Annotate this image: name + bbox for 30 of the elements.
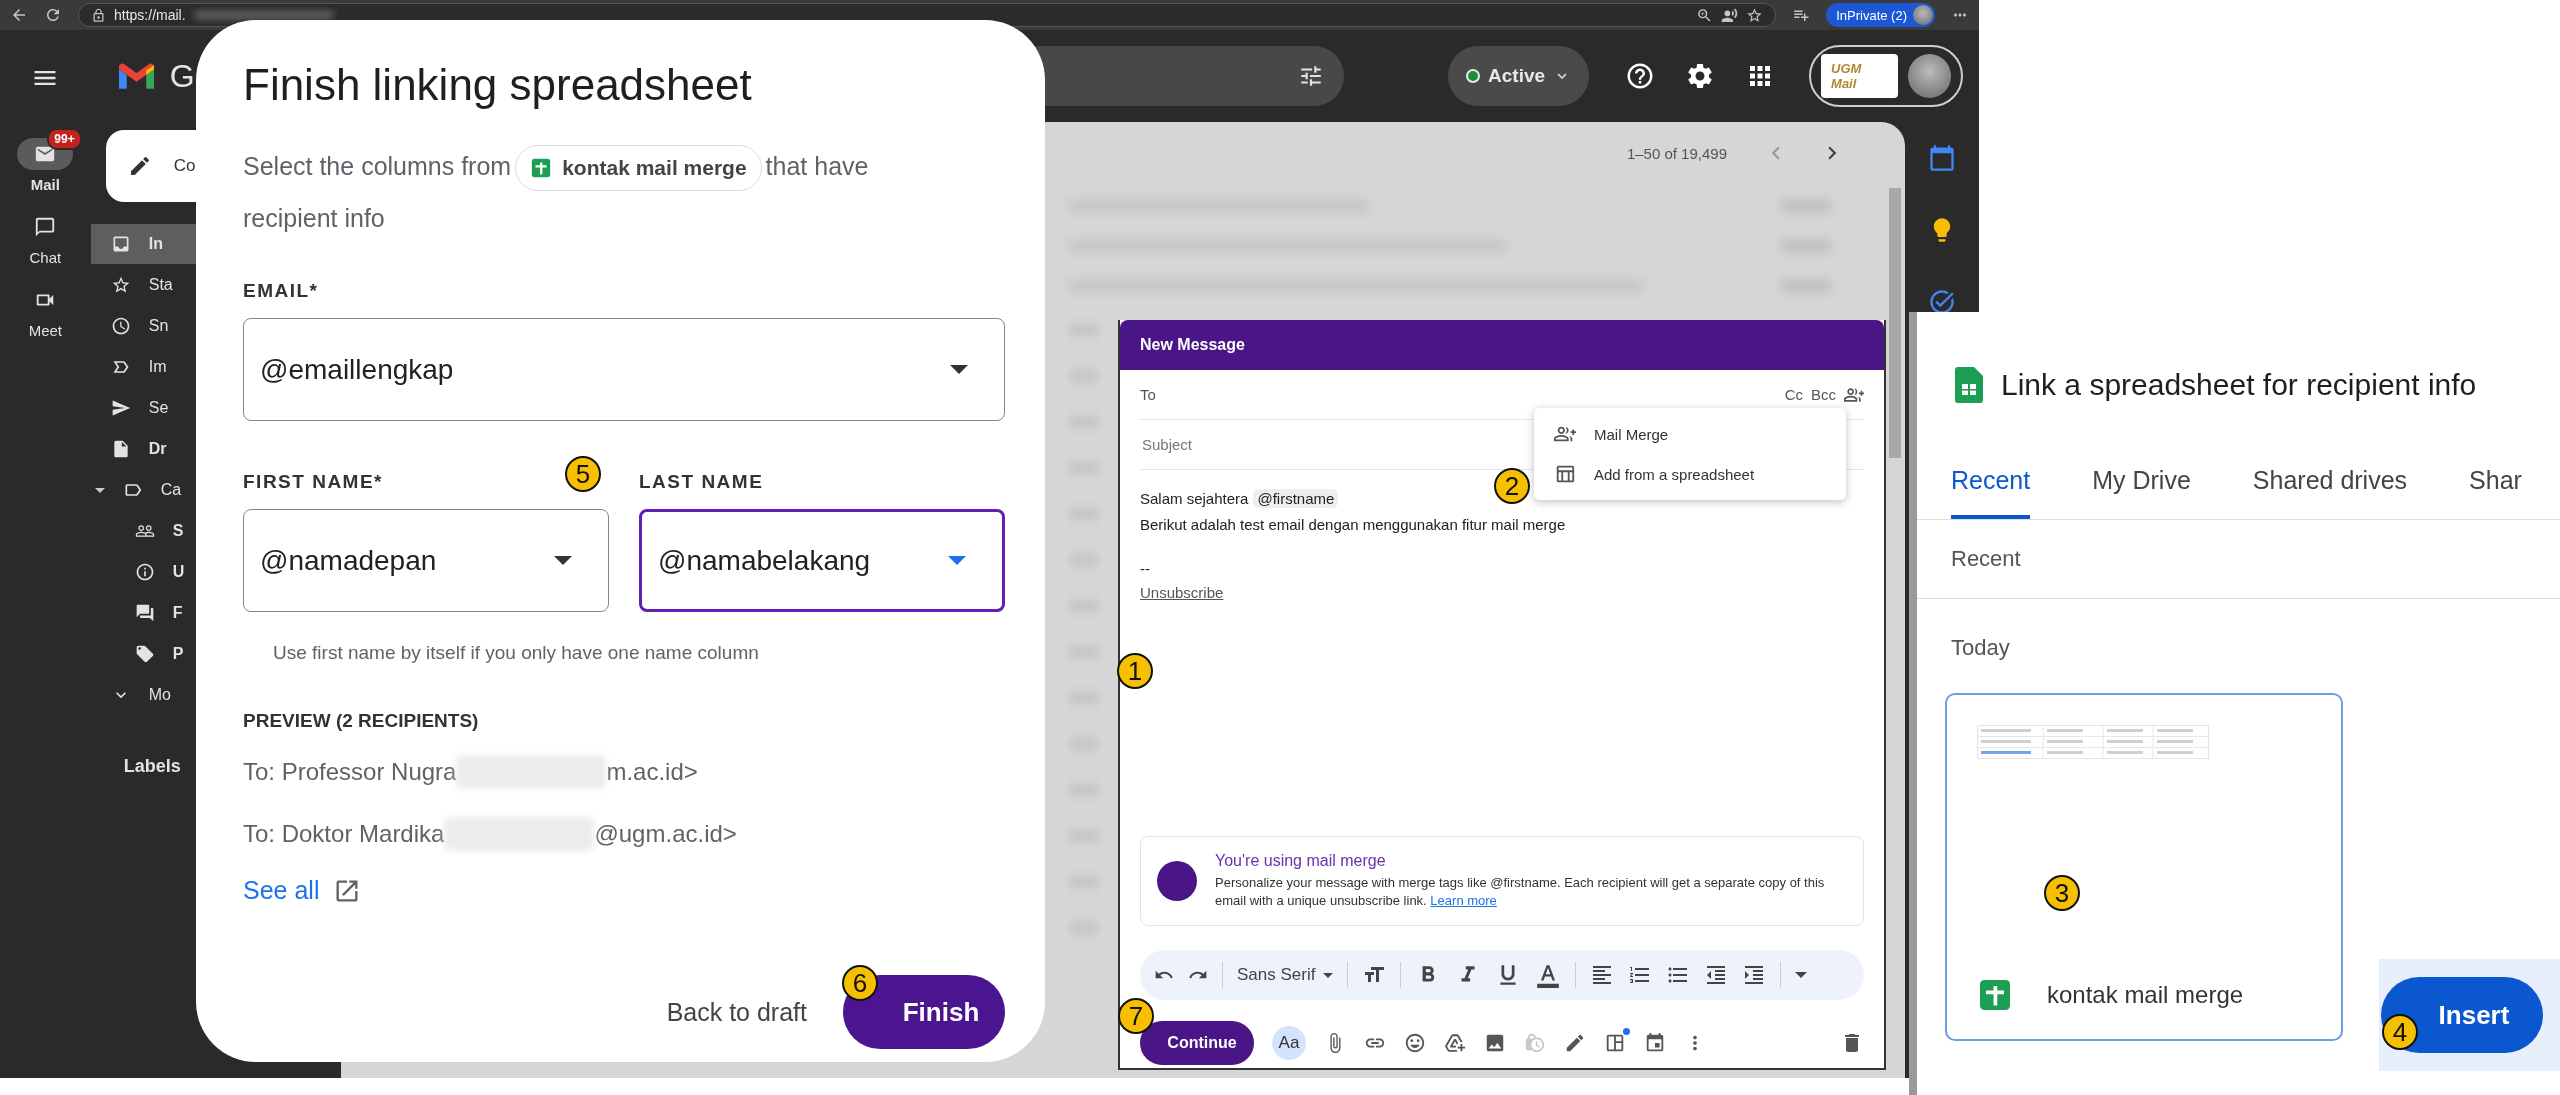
recipient-text: m.ac.id> <box>606 758 698 786</box>
hint-text: Use first name by itself if you only have one name column <box>273 642 759 664</box>
intro-text: Select the columns from kontak mail merge that have recipient info <box>243 140 963 244</box>
rail-label: Chat <box>29 249 62 266</box>
org-logo: UGM Mail <box>1821 54 1899 98</box>
picker-title: Link a spreadsheet for recipient info <box>2001 368 2477 402</box>
group-label: Today <box>1950 634 2011 661</box>
notice-text: Personalize your message with merge tags like @firstname. Each recipient will get a separate copy of this email with a unique unsubscribe link. Learn more <box>1215 874 1826 910</box>
unread-badge: 99+ <box>47 128 82 150</box>
labels-heading: Labels <box>123 756 181 777</box>
recipient-text: @ugm.ac.id> <box>594 820 737 848</box>
page-count: 1–50 of 19,499 <box>1626 144 1727 162</box>
compose-title: New Message <box>1120 320 1884 370</box>
preview-heading: PREVIEW (2 RECIPIENTS) <box>243 710 479 732</box>
field-label: FIRST NAME* <box>243 471 383 493</box>
notice-title: You're using mail merge <box>1215 852 1387 870</box>
file-name: kontak mail merge <box>2047 981 2244 1009</box>
url-text: https://mail. <box>114 7 186 23</box>
body-text: Berikut adalah test email dengan menggunakan fitur mail merge <box>1140 515 1567 535</box>
rail-label: Mail <box>30 176 60 193</box>
recipient-text: To: Doktor Mardika <box>243 820 445 848</box>
logo-text: G <box>169 57 195 95</box>
signature-dash: -- <box>1140 559 1151 579</box>
recipient-text: To: Professor Nugra <box>243 758 457 786</box>
rail-label: Meet <box>28 322 63 339</box>
field-label: LAST NAME <box>639 471 764 493</box>
to-label: To <box>1140 386 1156 403</box>
field-label: EMAIL* <box>243 280 319 302</box>
section-label: Recent <box>1917 520 2560 599</box>
dialog-title: Finish linking spreadsheet <box>243 60 752 110</box>
